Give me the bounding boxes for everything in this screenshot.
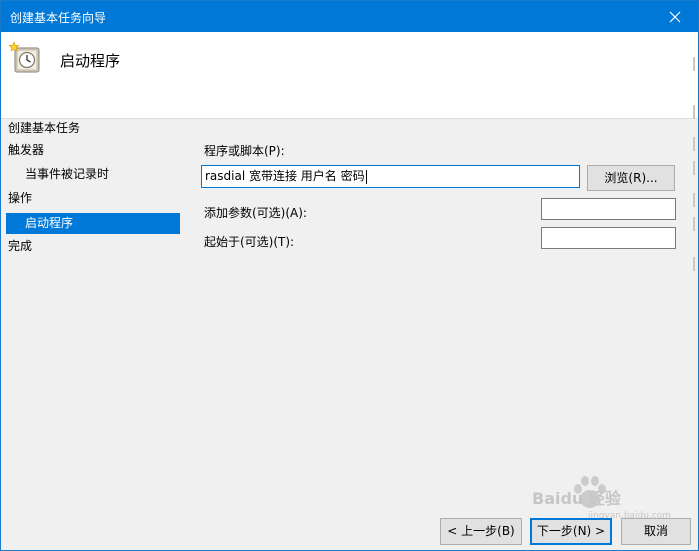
- scrollbar-indicator: [693, 257, 695, 271]
- wizard-header: 启动程序: [1, 32, 698, 119]
- nav-step-finish[interactable]: 完成: [8, 236, 32, 257]
- page-title: 启动程序: [60, 52, 121, 70]
- watermark-subtext: jingyan.baidu.com: [588, 511, 672, 521]
- browse-button[interactable]: 浏览(R)...: [587, 165, 675, 191]
- nav-step-trigger[interactable]: 触发器: [8, 140, 44, 161]
- nav-section-title: 创建基本任务: [8, 121, 81, 135]
- startin-input[interactable]: [541, 227, 676, 249]
- program-label: 程序或脚本(P):: [204, 144, 285, 158]
- wizard-window: 创建基本任务向导 启动程序 创建基本任务 触发器 当事件被记录时 操作 启动程序…: [0, 0, 699, 551]
- title-bar[interactable]: 创建基本任务向导: [1, 1, 698, 32]
- back-button[interactable]: < 上一步(B): [440, 518, 522, 545]
- window-title: 创建基本任务向导: [10, 11, 107, 25]
- watermark-text: Baidu 经验: [532, 489, 621, 508]
- scrollbar-indicator: [693, 217, 695, 231]
- close-icon: [669, 11, 681, 22]
- nav-step-start-program[interactable]: 启动程序: [6, 213, 180, 234]
- args-input[interactable]: [541, 198, 676, 220]
- scrollbar-indicator: [693, 137, 695, 151]
- clock-task-icon: [8, 41, 40, 73]
- text-caret: [365, 169, 367, 184]
- wizard-steps-nav: 创建基本任务 触发器 当事件被记录时 操作 启动程序 完成: [1, 118, 181, 318]
- scrollbar-indicator: [693, 105, 695, 119]
- args-label: 添加参数(可选)(A):: [204, 206, 307, 220]
- scrollbar-indicator: [693, 57, 695, 71]
- nav-step-action[interactable]: 操作: [8, 188, 32, 209]
- scrollbar-indicator: [693, 193, 695, 207]
- program-input-value: rasdial 宽带连接 用户名 密码: [205, 169, 365, 183]
- startin-label: 起始于(可选)(T):: [204, 235, 295, 249]
- program-input[interactable]: rasdial 宽带连接 用户名 密码: [201, 165, 580, 188]
- baidu-watermark: Baidu 经验 jingyan.baidu.com: [528, 473, 699, 533]
- nav-step-event-logged[interactable]: 当事件被记录时: [25, 164, 109, 185]
- close-button[interactable]: [652, 1, 698, 32]
- scrollbar-indicator: [693, 161, 695, 175]
